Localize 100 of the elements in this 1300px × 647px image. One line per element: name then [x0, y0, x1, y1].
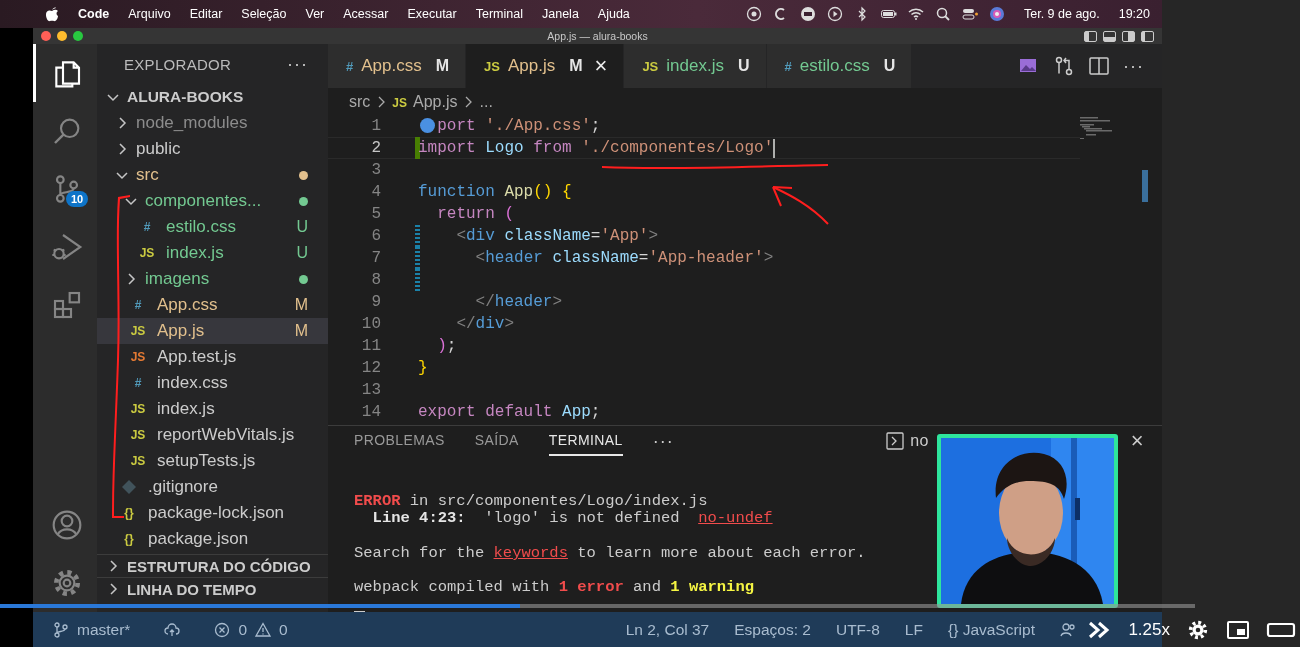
git-status-label: M — [294, 322, 308, 340]
folder-item[interactable]: node_modules — [97, 110, 328, 136]
sidebar-title: EXPLORADOR — [124, 55, 232, 73]
language-mode[interactable]: {} JavaScript — [947, 620, 1035, 639]
error-icon[interactable] — [214, 621, 231, 638]
code-line: <div className='App'> — [455, 227, 659, 245]
line-number: 3 — [370, 161, 381, 179]
layout-icon[interactable] — [1122, 30, 1135, 42]
more-button[interactable]: ··· — [652, 430, 674, 452]
panel-tab[interactable]: TERMINAL — [548, 426, 623, 456]
file-item[interactable]: JS index.js — [97, 396, 328, 422]
wifi-icon[interactable] — [907, 6, 924, 22]
warning-icon[interactable] — [255, 621, 272, 638]
close-light[interactable] — [41, 31, 51, 41]
file-name: package-lock.json — [148, 503, 286, 523]
menu-item[interactable]: Terminal — [475, 7, 523, 21]
apple-icon[interactable] — [45, 6, 59, 22]
more-button[interactable]: ··· — [287, 53, 308, 75]
record-icon[interactable] — [745, 6, 762, 22]
panel-tab[interactable]: SAÍDA — [474, 426, 519, 456]
file-item[interactable]: {} package-lock.json — [97, 500, 328, 526]
layout-icon[interactable] — [1084, 30, 1097, 42]
project-item[interactable]: ALURA-BOOKS — [97, 84, 328, 110]
line-number: 6 — [370, 227, 381, 245]
warning-count[interactable]: 0 — [279, 620, 288, 639]
file-item[interactable]: JS setupTests.js — [97, 448, 328, 474]
status-item[interactable]: UTF-8 — [835, 620, 880, 639]
file-item[interactable]: JS App.test.js — [97, 344, 328, 370]
change-bar[interactable] — [415, 247, 420, 269]
minimize-light[interactable] — [57, 31, 67, 41]
editor-tab[interactable]: # estilo.css U — [766, 44, 913, 88]
change-bar[interactable] — [415, 269, 420, 291]
picture-in-picture-icon[interactable] — [1226, 619, 1250, 641]
menu-item[interactable]: Executar — [407, 7, 457, 21]
menu-item[interactable]: Ajuda — [597, 7, 630, 21]
branch-name[interactable]: master* — [77, 620, 131, 639]
file-item[interactable]: # App.css M — [97, 292, 328, 318]
menu-item[interactable]: Janela — [542, 7, 579, 21]
terminal-line: webpack compiled with 1 error and 1 warning — [354, 579, 755, 597]
file-item[interactable]: # estilo.css U — [97, 214, 328, 240]
cloud-upload-icon[interactable] — [164, 621, 181, 638]
close-icon[interactable]: × — [594, 53, 608, 79]
editor-tab[interactable]: JS index.js U — [624, 44, 767, 88]
menu-item[interactable]: Ver — [305, 7, 325, 21]
editor-tab[interactable]: # App.css M — [328, 44, 467, 88]
folder-item[interactable]: public — [97, 136, 328, 162]
layout-icon[interactable] — [1141, 30, 1154, 42]
progress-track[interactable] — [0, 604, 1195, 608]
settings-icon[interactable] — [1186, 619, 1210, 641]
line-number: 12 — [360, 359, 381, 377]
folder-item[interactable]: src — [97, 162, 328, 188]
file-item[interactable]: JS reportWebVitals.js — [97, 422, 328, 448]
menu-item[interactable]: Arquivo — [128, 7, 171, 21]
search-icon[interactable] — [934, 6, 951, 22]
file-type-icon: JS — [127, 402, 149, 416]
more-button[interactable]: ··· — [1123, 55, 1144, 77]
menu-item[interactable]: Editar — [189, 7, 223, 21]
file-item[interactable]: # index.css — [97, 370, 328, 396]
file-item[interactable]: JS index.js U — [97, 240, 328, 266]
code-line: return ( — [436, 205, 514, 223]
git-status-label: U — [296, 244, 308, 262]
breadcrumb-item[interactable]: src — [349, 92, 371, 111]
app-menu[interactable]: Code — [78, 7, 110, 21]
run-debug-icon — [50, 231, 83, 263]
compare-icon[interactable] — [1053, 55, 1075, 77]
split-editor-icon[interactable] — [1088, 55, 1110, 77]
change-bar[interactable] — [415, 225, 420, 247]
status-item[interactable]: Ln 2, Col 37 — [625, 620, 710, 639]
editor-tab[interactable]: JS App.js M × — [466, 44, 625, 88]
panel-tab[interactable]: PROBLEMAS — [354, 426, 445, 456]
status-item[interactable]: Espaços: 2 — [734, 620, 811, 639]
terminal-name[interactable]: no — [910, 432, 929, 450]
terminal-icon[interactable] — [886, 432, 905, 450]
line-number: 7 — [370, 249, 381, 267]
section-header[interactable]: ESTRUTURA DO CÓDIGO — [97, 554, 328, 577]
project-name: ALURA-BOOKS — [127, 88, 244, 106]
folder-item[interactable]: imagens — [97, 266, 328, 292]
zoom-light[interactable] — [73, 31, 83, 41]
breadcrumb-item[interactable]: ... — [479, 92, 493, 111]
playback-speed[interactable]: 1.25x — [1128, 620, 1170, 640]
control-center-icon[interactable] — [961, 6, 978, 22]
section-header[interactable]: LINHA DO TEMPO — [97, 577, 328, 600]
people-icon[interactable] — [1060, 621, 1076, 638]
scrollbar-thumb[interactable] — [1142, 170, 1148, 202]
breadcrumb-item[interactable]: JS App.js — [392, 92, 458, 111]
file-name: App.css — [157, 295, 219, 315]
error-count[interactable]: 0 — [238, 620, 248, 639]
file-item[interactable]: .gitignore — [97, 474, 328, 500]
layout-icon[interactable] — [1103, 30, 1116, 42]
menu-item[interactable]: Acessar — [343, 7, 389, 21]
status-item[interactable]: LF — [904, 620, 923, 639]
menu-item[interactable]: Seleção — [241, 7, 287, 21]
menubar-time: 19:20 — [1118, 7, 1150, 21]
close-icon[interactable]: × — [1130, 428, 1144, 454]
play-icon[interactable] — [826, 6, 843, 22]
file-item[interactable]: JS App.js M — [97, 318, 328, 344]
file-item[interactable]: {} package.json — [97, 526, 328, 552]
branch-icon[interactable] — [53, 621, 69, 638]
code-line: <header className='App-header'> — [474, 249, 774, 267]
activity-tab[interactable]: 10 — [33, 160, 97, 218]
